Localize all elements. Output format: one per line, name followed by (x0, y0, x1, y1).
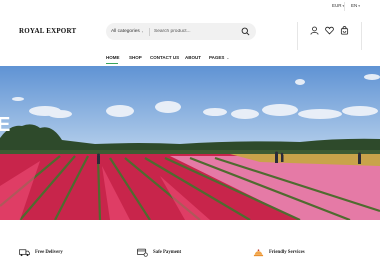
site-logo[interactable]: ROYAL EXPORT (19, 27, 76, 35)
features-strip: Free Delivery Safe Payment Friendly Serv… (0, 244, 380, 260)
payment-icon (137, 248, 148, 257)
truck-icon (19, 249, 30, 257)
header-divider (361, 22, 362, 50)
category-label: All categories (111, 29, 140, 34)
search-input[interactable] (154, 29, 234, 34)
search-icon[interactable] (241, 27, 250, 36)
main-nav: HOME SHOP CONTACT US ABOUT PAGES ⌄ (0, 50, 380, 66)
nav-pages[interactable]: PAGES ⌄ (209, 55, 229, 60)
nav-active-indicator (106, 63, 118, 64)
feature-label: Friendly Services (269, 250, 305, 255)
feature-free-delivery: Free Delivery (19, 248, 63, 257)
currency-label: EUR (332, 3, 342, 8)
nav-label: CONTACT US (150, 55, 180, 60)
search-bar: All categories ‹ (106, 23, 256, 40)
chevron-down-icon: ‹ (141, 29, 144, 34)
feature-safe-payment: Safe Payment (137, 248, 181, 257)
nav-shop[interactable]: SHOP (129, 55, 142, 60)
nav-label: ABOUT (185, 55, 201, 60)
category-select[interactable]: All categories ‹ (106, 29, 149, 34)
language-label: EN (351, 3, 358, 8)
nav-home[interactable]: HOME (106, 55, 120, 60)
nav-contact-us[interactable]: CONTACT US (150, 55, 179, 60)
site-header: ROYAL EXPORT All categories ‹ (0, 14, 380, 50)
nav-label: SHOP (129, 55, 142, 60)
nav-label: HOME (106, 55, 120, 60)
feature-label: Free Delivery (35, 250, 63, 255)
nav-label: PAGES (209, 55, 225, 60)
nav-about[interactable]: ABOUT (185, 55, 201, 60)
hero-banner-image (0, 66, 380, 220)
feature-friendly-services: Friendly Services (253, 248, 305, 257)
currency-selector[interactable]: EUR ▾ (332, 3, 344, 8)
hero-caption: E (0, 114, 11, 136)
language-selector[interactable]: EN ▾ (351, 3, 360, 8)
service-icon (253, 249, 264, 257)
search-divider (149, 27, 150, 36)
user-icon[interactable] (310, 26, 319, 35)
cart-icon[interactable] (340, 26, 349, 35)
top-bar: EUR ▾ EN ▾ (0, 0, 380, 14)
heart-icon[interactable] (325, 26, 334, 35)
chevron-down-icon: ▾ (358, 3, 361, 8)
feature-label: Safe Payment (153, 250, 182, 255)
header-divider (297, 22, 298, 50)
chevron-down-icon: ⌄ (226, 55, 230, 60)
divider (344, 2, 345, 11)
